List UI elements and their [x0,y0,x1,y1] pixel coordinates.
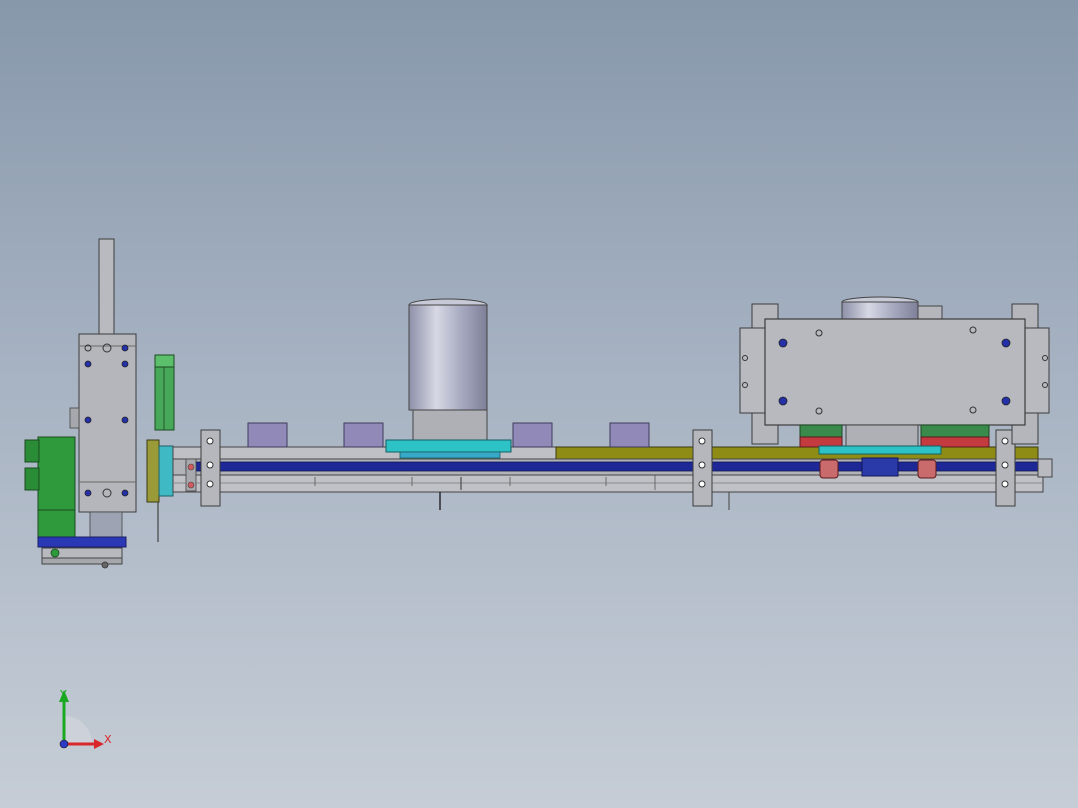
linear-rail[interactable] [172,446,1053,510]
violet-block-2 [343,422,384,448]
triad-x-label: X [104,733,112,746]
triad-z-axis-icon [59,739,69,749]
belt-base[interactable] [37,536,127,569]
triad-xy-plane-arc [64,716,92,744]
center-stepper-motor[interactable] [385,298,512,459]
violet-block-4 [609,422,650,448]
rail-end-plate-left[interactable] [146,439,174,542]
right-carriage-housing[interactable] [739,296,1050,448]
vertical-actuator[interactable] [69,238,137,541]
rail-bracket-1[interactable] [200,429,221,507]
graphics-viewport[interactable]: Y X [0,0,1078,808]
green-sensor[interactable] [154,354,175,431]
violet-block-1 [247,422,288,448]
green-servo-motor[interactable] [24,436,76,538]
cad-assembly-model[interactable] [0,0,1078,808]
violet-block-3 [512,422,553,448]
rail-bracket-2[interactable] [692,429,713,507]
triad-y-label: Y [60,688,67,701]
